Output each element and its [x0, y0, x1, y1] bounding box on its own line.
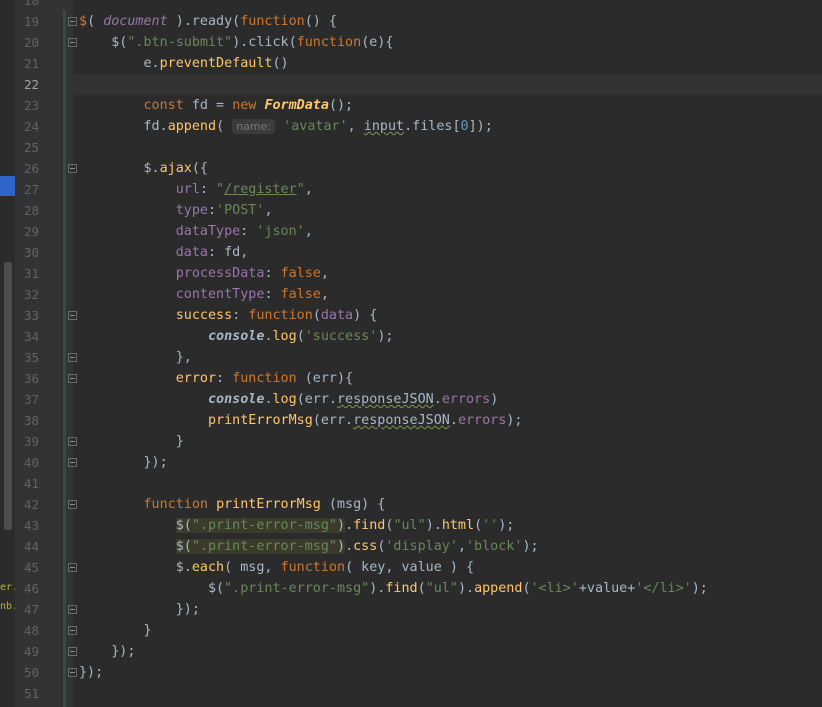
code-line[interactable]: dataType: 'json', [73, 221, 822, 242]
code-line[interactable]: } [73, 620, 822, 641]
code-line[interactable]: success: function(data) { [73, 305, 822, 326]
code-line[interactable]: $(".btn-submit").click(function(e){ [73, 32, 822, 53]
code-line[interactable] [73, 74, 822, 95]
code-line[interactable] [73, 683, 822, 704]
line-number: 21 [23, 56, 39, 71]
line-number: 31 [23, 266, 39, 281]
code-line[interactable]: $.ajax({ [73, 158, 822, 179]
project-panel-edge: er.jp nb.jp [0, 0, 15, 707]
line-number: 20 [23, 35, 39, 50]
line-number: 49 [23, 644, 39, 659]
code-line[interactable]: console.log(err.responseJSON.errors) [73, 389, 822, 410]
code-line[interactable]: }); [73, 641, 822, 662]
code-line[interactable]: $(".print-error-msg").find("ul").append(… [73, 578, 822, 599]
line-number: 34 [23, 329, 39, 344]
file-name-2[interactable]: nb.jp [0, 601, 15, 612]
line-number: 29 [23, 224, 39, 239]
file-name-1[interactable]: er.jp [0, 582, 15, 593]
code-line[interactable] [73, 0, 822, 11]
line-number: 22 [23, 77, 39, 92]
code-line[interactable]: e.preventDefault() [73, 53, 822, 74]
code-line[interactable]: console.log('success'); [73, 326, 822, 347]
line-number: 26 [23, 161, 39, 176]
line-number: 43 [23, 518, 39, 533]
line-number: 39 [23, 434, 39, 449]
line-number: 28 [23, 203, 39, 218]
line-number: 24 [23, 119, 39, 134]
line-number: 42 [23, 497, 39, 512]
code-line[interactable]: type:'POST', [73, 200, 822, 221]
code-line[interactable]: url: "/register", [73, 179, 822, 200]
code-line[interactable]: $(".print-error-msg").css('display','blo… [73, 536, 822, 557]
code-line[interactable]: }); [73, 452, 822, 473]
code-line[interactable]: contentType: false, [73, 284, 822, 305]
line-number: 45 [23, 560, 39, 575]
line-number: 36 [23, 371, 39, 386]
code-line[interactable]: $.each( msg, function( key, value ) { [73, 557, 822, 578]
line-number: 19 [23, 14, 39, 29]
code-line[interactable]: data: fd, [73, 242, 822, 263]
line-number: 35 [23, 350, 39, 365]
code-line[interactable]: }); [73, 662, 822, 683]
code-line[interactable]: printErrorMsg(err.responseJSON.errors); [73, 410, 822, 431]
line-number: 47 [23, 602, 39, 617]
code-line[interactable]: const fd = new FormData(); [73, 95, 822, 116]
line-number: 18 [23, 0, 39, 8]
line-number: 46 [23, 581, 39, 596]
code-line[interactable]: $( document ).ready(function() { [73, 11, 822, 32]
code-line[interactable]: }, [73, 347, 822, 368]
line-number: 32 [23, 287, 39, 302]
code-line[interactable]: } [73, 431, 822, 452]
project-panel-scrollbar[interactable] [4, 262, 12, 530]
line-number: 50 [23, 665, 39, 680]
selected-file-highlight [0, 176, 15, 196]
line-number: 33 [23, 308, 39, 323]
code-line[interactable]: processData: false, [73, 263, 822, 284]
code-line[interactable]: fd.append( name: 'avatar', input.files[0… [73, 116, 822, 137]
line-number: 30 [23, 245, 39, 260]
line-number: 41 [23, 476, 39, 491]
line-number: 40 [23, 455, 39, 470]
code-line[interactable]: error: function (err){ [73, 368, 822, 389]
line-number: 37 [23, 392, 39, 407]
line-number: 25 [23, 140, 39, 155]
line-number: 27 [23, 182, 39, 197]
code-line[interactable] [73, 473, 822, 494]
line-number: 23 [23, 98, 39, 113]
code-line[interactable]: $(".print-error-msg").find("ul").html(''… [73, 515, 822, 536]
code-line[interactable]: }); [73, 599, 822, 620]
code-line[interactable]: function printErrorMsg (msg) { [73, 494, 822, 515]
line-number: 38 [23, 413, 39, 428]
vcs-added-marker [63, 10, 66, 707]
line-number: 51 [23, 686, 39, 701]
line-number: 48 [23, 623, 39, 638]
line-number: 44 [23, 539, 39, 554]
code-line[interactable] [73, 137, 822, 158]
